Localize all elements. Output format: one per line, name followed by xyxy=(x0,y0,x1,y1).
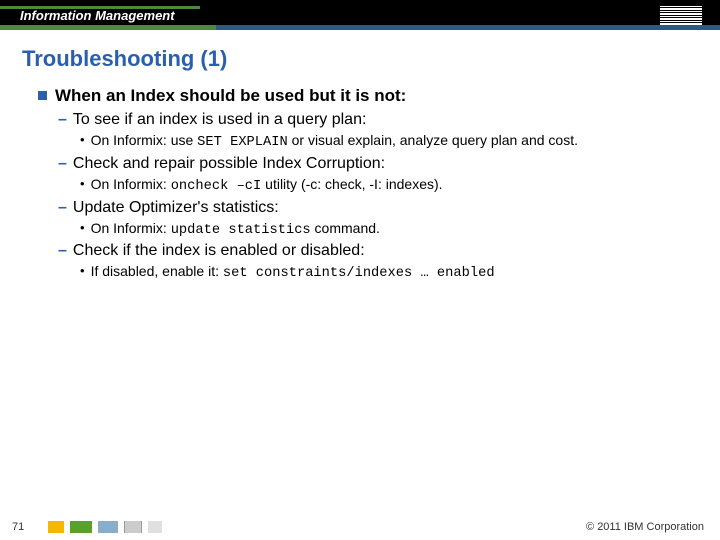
footer-deco-icon xyxy=(98,521,118,533)
bullet-level-3: • If disabled, enable it: set constraint… xyxy=(80,262,694,283)
bullet-level-2: – Update Optimizer's statistics: xyxy=(58,198,694,218)
l3-code: set constraints/indexes … enabled xyxy=(223,266,495,281)
l3-code: update statistics xyxy=(171,223,311,238)
l3-code: SET EXPLAIN xyxy=(197,135,288,150)
l3-pre: If disabled, enable it: xyxy=(91,263,223,279)
dash-bullet-icon: – xyxy=(58,198,67,217)
l3-pre: On Informix: use xyxy=(91,132,198,148)
footer-deco-icon xyxy=(148,521,162,533)
l3-post: utility (-c: check, -I: indexes). xyxy=(261,176,442,192)
bullet-level-3: • On Informix: oncheck –cI utility (-c: … xyxy=(80,175,694,196)
l2-text: Check if the index is enabled or disable… xyxy=(73,241,365,261)
header-accent-green xyxy=(0,6,200,9)
bullet-level-3: • On Informix: use SET EXPLAIN or visual… xyxy=(80,131,694,152)
l3-pre: On Informix: xyxy=(91,220,171,236)
ibm-logo-icon xyxy=(660,6,702,25)
l3-post: or visual explain, analyze query plan an… xyxy=(288,132,578,148)
dot-bullet-icon: • xyxy=(80,262,85,280)
header-accent-stripe xyxy=(0,25,720,30)
footer-left: 71 xyxy=(0,521,162,533)
header-bar: Information Management xyxy=(0,0,720,30)
header-brand: Information Management xyxy=(20,8,175,23)
l3-text: On Informix: update statistics command. xyxy=(91,219,380,240)
l3-code: oncheck –cI xyxy=(171,179,262,194)
l1-text: When an Index should be used but it is n… xyxy=(55,86,406,106)
square-bullet-icon xyxy=(38,91,47,100)
dash-bullet-icon: – xyxy=(58,110,67,129)
footer-deco-icon xyxy=(70,521,92,533)
bullet-level-2: – Check and repair possible Index Corrup… xyxy=(58,154,694,174)
bullet-level-2: – Check if the index is enabled or disab… xyxy=(58,241,694,261)
l3-text: On Informix: use SET EXPLAIN or visual e… xyxy=(91,131,578,152)
l3-text: If disabled, enable it: set constraints/… xyxy=(91,262,495,283)
footer-deco-icon xyxy=(48,521,64,533)
l3-pre: On Informix: xyxy=(91,176,171,192)
l3-post: command. xyxy=(311,220,380,236)
dot-bullet-icon: • xyxy=(80,131,85,149)
l2-text: Update Optimizer's statistics: xyxy=(73,198,279,218)
bullet-level-3: • On Informix: update statistics command… xyxy=(80,219,694,240)
dash-bullet-icon: – xyxy=(58,154,67,173)
page-number: 71 xyxy=(12,521,24,533)
l3-text: On Informix: oncheck –cI utility (-c: ch… xyxy=(91,175,443,196)
dot-bullet-icon: • xyxy=(80,175,85,193)
footer: 71 © 2011 IBM Corporation xyxy=(0,514,720,540)
bullet-level-1: When an Index should be used but it is n… xyxy=(38,86,694,106)
l2-text: Check and repair possible Index Corrupti… xyxy=(73,154,385,174)
dot-bullet-icon: • xyxy=(80,219,85,237)
footer-deco-icon xyxy=(124,521,142,533)
slide-title: Troubleshooting (1) xyxy=(22,46,720,72)
bullet-level-2: – To see if an index is used in a query … xyxy=(58,110,694,130)
copyright-text: © 2011 IBM Corporation xyxy=(586,521,704,533)
dash-bullet-icon: – xyxy=(58,241,67,260)
slide-content: When an Index should be used but it is n… xyxy=(38,86,694,283)
l2-text: To see if an index is used in a query pl… xyxy=(73,110,367,130)
